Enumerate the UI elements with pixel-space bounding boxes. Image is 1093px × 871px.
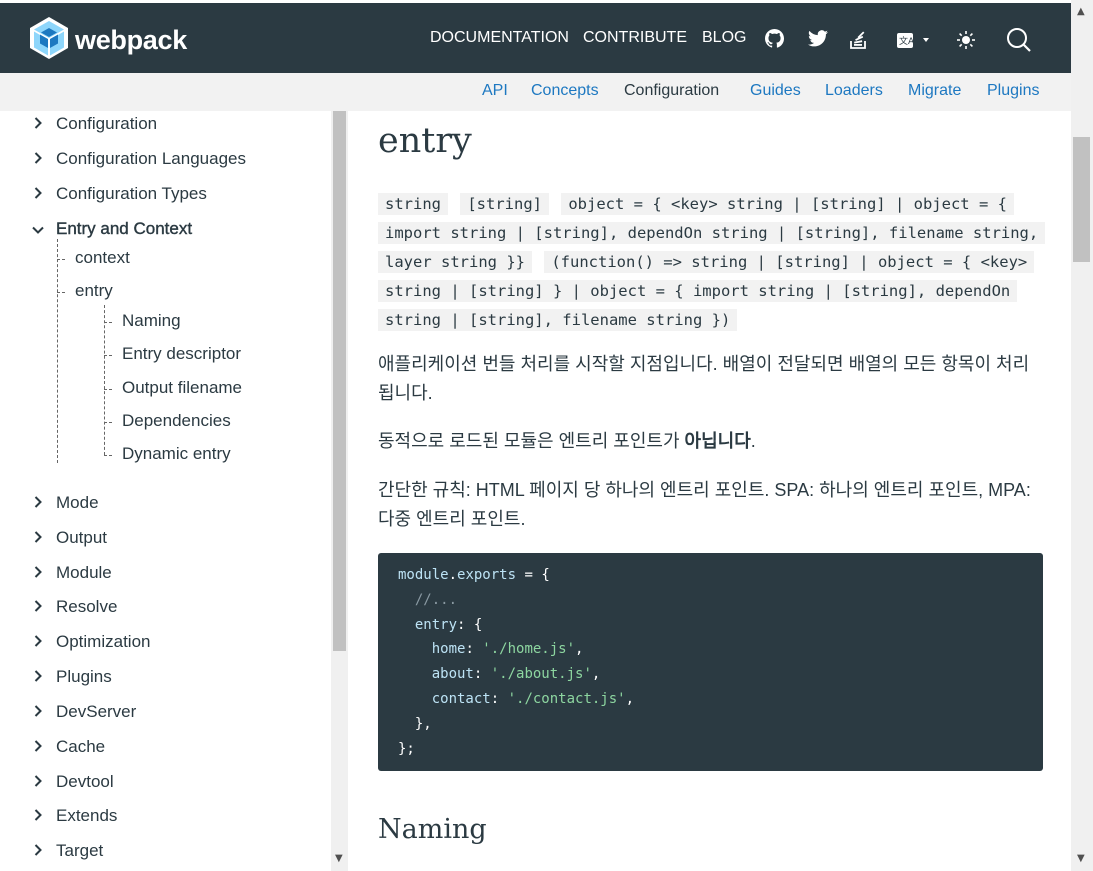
tree-guide [104, 389, 112, 390]
sidebar-item-dynamic-entry[interactable]: Dynamic entry [122, 444, 231, 464]
subnav-configuration[interactable]: Configuration [624, 82, 719, 100]
tree-guide [57, 292, 65, 293]
chevron-right-icon [31, 806, 45, 826]
webpack-logo[interactable]: webpack [29, 16, 187, 64]
chevron-right-icon [31, 149, 45, 169]
main-content: entry string [string] object = { <key> s… [350, 111, 1071, 871]
github-icon[interactable] [765, 29, 785, 52]
search-icon[interactable] [1006, 27, 1032, 57]
sidebar-item-entry[interactable]: entry [75, 281, 113, 301]
top-navbar: webpack DOCUMENTATION CONTRIBUTE BLOG 文A [0, 0, 1071, 73]
sub-navbar: API Concepts Configuration Guides Loader… [0, 73, 1071, 111]
subnav-guides[interactable]: Guides [750, 82, 801, 100]
chevron-right-icon [31, 184, 45, 204]
chevron-right-icon [31, 841, 45, 861]
stackoverflow-icon[interactable] [850, 29, 867, 53]
subnav-migrate[interactable]: Migrate [908, 82, 961, 100]
description-paragraph: 애플리케이션 번들 처리를 시작할 지점입니다. 배열이 전달되면 배열의 모든… [378, 354, 1030, 403]
chevron-right-icon [31, 493, 45, 513]
scroll-up-arrow-icon[interactable]: ▲ [1077, 6, 1085, 17]
tree-guide [57, 259, 65, 260]
chevron-right-icon [31, 667, 45, 687]
page-scrollbar[interactable] [1071, 0, 1093, 871]
type-code: string [378, 193, 448, 215]
sidebar-item-output-filename[interactable]: Output filename [122, 378, 242, 398]
subnav-concepts[interactable]: Concepts [531, 82, 599, 100]
tree-guide [104, 305, 105, 455]
page-scrollbar-thumb[interactable] [1073, 137, 1090, 262]
type-signature: string [string] object = { <key> string … [378, 190, 1046, 335]
scroll-down-arrow-icon[interactable]: ▼ [335, 853, 343, 864]
tree-guide [57, 239, 58, 463]
simple-rule-paragraph: 간단한 규칙: HTML 페이지 당 하나의 엔트리 포인트. SPA: 하나의… [378, 480, 1031, 529]
sidebar: Configuration Configuration Languages Co… [0, 111, 330, 871]
sidebar-item-naming[interactable]: Naming [122, 311, 181, 331]
svg-text:文A: 文A [899, 35, 915, 47]
chevron-down-icon [31, 219, 45, 239]
chevron-right-icon [31, 563, 45, 583]
language-icon[interactable]: 文A [896, 31, 932, 53]
webpack-cube-icon [29, 16, 69, 64]
chevron-right-icon [31, 702, 45, 722]
chevron-right-icon [31, 114, 45, 134]
theme-toggle-icon[interactable] [957, 31, 975, 53]
scroll-down-arrow-icon[interactable]: ▼ [1077, 853, 1085, 864]
page-title: entry [378, 121, 472, 161]
dynamic-module-note: 동적으로 로드된 모듈은 엔트리 포인트가 아닙니다. [378, 431, 756, 451]
chevron-right-icon [31, 737, 45, 757]
tree-guide [104, 355, 112, 356]
type-code: [string] [460, 193, 549, 215]
code-block: module.exports = { //... entry: { home: … [378, 553, 1043, 771]
chevron-right-icon [31, 528, 45, 548]
nav-contribute[interactable]: CONTRIBUTE [583, 29, 687, 47]
sidebar-item-dependencies[interactable]: Dependencies [122, 411, 231, 431]
sidebar-scrollbar-thumb[interactable] [333, 111, 346, 651]
chevron-right-icon [31, 632, 45, 652]
sidebar-item-context[interactable]: context [75, 248, 130, 268]
tree-guide [104, 455, 112, 456]
nav-blog[interactable]: BLOG [702, 29, 746, 47]
twitter-icon[interactable] [808, 30, 828, 51]
chevron-right-icon [31, 772, 45, 792]
chevron-right-icon [31, 597, 45, 617]
subnav-plugins[interactable]: Plugins [987, 82, 1039, 100]
subnav-api[interactable]: API [482, 82, 508, 100]
subnav-loaders[interactable]: Loaders [825, 82, 883, 100]
brand-name: webpack [75, 24, 187, 55]
sidebar-item-entry-descriptor[interactable]: Entry descriptor [122, 344, 241, 364]
tree-guide [104, 322, 112, 323]
section-heading-naming: Naming [378, 814, 487, 845]
nav-documentation[interactable]: DOCUMENTATION [430, 29, 569, 47]
tree-guide [104, 422, 112, 423]
